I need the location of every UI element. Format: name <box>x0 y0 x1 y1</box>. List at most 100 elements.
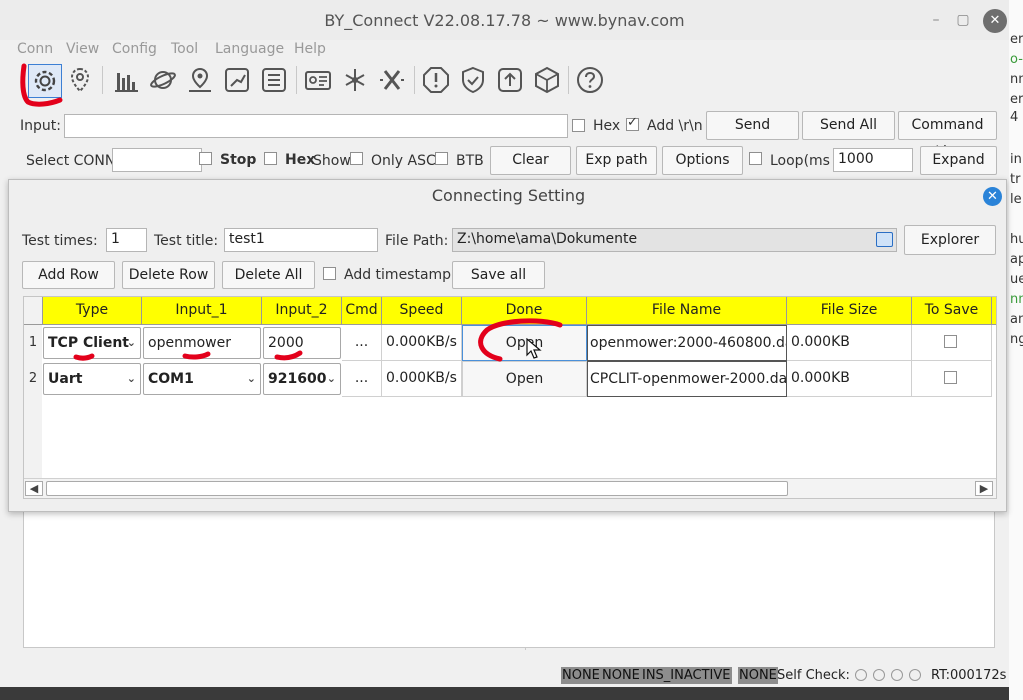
to-save-checkbox[interactable] <box>944 371 957 384</box>
command-list-button[interactable]: Command List <box>898 111 997 160</box>
help-icon[interactable] <box>574 64 606 96</box>
test-title-input[interactable]: test1 <box>224 228 378 252</box>
folder-icon[interactable] <box>876 232 893 247</box>
add-rn-checkbox[interactable] <box>626 115 639 131</box>
background-text: ng <box>1010 332 1023 347</box>
hex-show-label: Hex <box>285 152 316 168</box>
alert-icon[interactable] <box>420 64 452 96</box>
cube-icon[interactable] <box>531 64 563 96</box>
input1-combo[interactable]: COM1 ⌄ <box>143 363 261 395</box>
select-conn-combo[interactable] <box>112 148 202 172</box>
command-input[interactable] <box>64 114 568 138</box>
scrollbar-thumb[interactable] <box>46 481 788 496</box>
column-header-input2: Input_2 <box>262 297 342 325</box>
column-header-file-size: File Size <box>787 297 912 325</box>
menu-conn[interactable]: Conn <box>17 41 53 57</box>
toolbar-separator <box>414 66 415 94</box>
scroll-left-icon[interactable]: ◀ <box>25 481 43 496</box>
connecting-setting-dialog: Connecting Setting ✕ Test times: 1 Test … <box>8 179 1007 512</box>
window-title: BY_Connect V22.08.17.78 ~ www.bynav.com <box>324 11 685 30</box>
type-combo[interactable]: TCP Client ⌄ <box>43 327 141 359</box>
self-check-indicator <box>891 669 903 681</box>
input1-field[interactable]: openmower <box>143 327 261 359</box>
file-name-cell[interactable]: CPCLIT-openmower-2000.dat <box>587 361 787 397</box>
scroll-right-icon[interactable]: ▶ <box>975 481 993 496</box>
menu-view[interactable]: View <box>66 41 99 57</box>
bar-chart-icon[interactable] <box>110 64 142 96</box>
menu-config[interactable]: Config <box>112 41 157 57</box>
menu-language[interactable]: Language <box>215 41 284 57</box>
menu-help[interactable]: Help <box>294 41 326 57</box>
column-header-file-name: File Name <box>587 297 787 325</box>
loop-interval-input[interactable]: 1000 <box>833 148 913 172</box>
background-text: le <box>1010 192 1022 207</box>
background-text: hu <box>1010 232 1023 247</box>
table-corner <box>24 297 43 325</box>
output-panel[interactable] <box>23 510 995 648</box>
location-pin-icon[interactable] <box>64 64 96 96</box>
column-header-extra <box>992 297 996 325</box>
background-text: an <box>1010 312 1023 327</box>
delete-row-button[interactable]: Delete Row <box>122 261 215 289</box>
menu-tool[interactable]: Tool <box>171 41 198 57</box>
antenna-icon[interactable] <box>339 64 371 96</box>
minimize-button[interactable]: – <box>926 10 946 30</box>
btb-checkbox[interactable] <box>435 152 448 165</box>
x-icon[interactable] <box>376 64 408 96</box>
delete-all-button[interactable]: Delete All <box>222 261 315 289</box>
file-name-cell[interactable]: openmower:2000-460800.dat <box>587 325 787 361</box>
list-icon[interactable] <box>258 64 290 96</box>
hex-checkbox[interactable] <box>572 119 585 132</box>
toolbar-separator <box>102 66 103 94</box>
chevron-down-icon: ⌄ <box>326 372 336 385</box>
send-button[interactable]: Send <box>706 111 799 140</box>
maximize-button[interactable]: ▢ <box>953 10 973 30</box>
cmd-button[interactable]: ... <box>342 361 382 397</box>
add-row-button[interactable]: Add Row <box>22 261 115 289</box>
self-check-indicator <box>909 669 921 681</box>
type-combo[interactable]: Uart ⌄ <box>43 363 141 395</box>
expand-button[interactable]: Expand <box>920 146 997 175</box>
background-text: o- <box>1010 52 1023 67</box>
satellite-icon[interactable] <box>147 64 179 96</box>
exp-path-button[interactable]: Exp path <box>576 146 657 175</box>
save-all-button[interactable]: Save all <box>452 261 545 289</box>
map-pin-icon[interactable] <box>184 64 216 96</box>
menu-bar: Conn View Config Tool Language Help <box>0 40 1009 60</box>
horizontal-scrollbar[interactable]: ◀ ▶ <box>24 478 996 498</box>
upload-icon[interactable] <box>494 64 526 96</box>
btb-label: BTB <box>456 153 484 169</box>
open-button[interactable]: Open <box>462 361 587 397</box>
toolbar-separator <box>568 66 569 94</box>
cmd-button[interactable]: ... <box>342 325 382 361</box>
toolbar <box>14 62 614 100</box>
test-times-spinbox[interactable]: 1 <box>106 228 147 252</box>
only-asc-checkbox[interactable] <box>350 152 363 165</box>
options-button[interactable]: Options <box>662 146 743 175</box>
type-value: TCP Client <box>48 335 129 351</box>
open-button[interactable]: Open <box>462 325 587 361</box>
stop-checkbox[interactable] <box>199 152 212 165</box>
id-card-icon[interactable] <box>302 64 334 96</box>
clear-button[interactable]: Clear <box>490 146 571 175</box>
hex-show-checkbox[interactable] <box>264 152 277 165</box>
shield-check-icon[interactable] <box>457 64 489 96</box>
to-save-checkbox[interactable] <box>944 335 957 348</box>
file-path-input[interactable]: Z:\home\ama\Dokumente <box>452 228 897 252</box>
title-bar: BY_Connect V22.08.17.78 ~ www.bynav.com … <box>0 0 1009 40</box>
connection-settings-icon[interactable] <box>28 64 62 98</box>
input2-combo[interactable]: 921600 ⌄ <box>263 363 341 395</box>
explorer-button[interactable]: Explorer <box>904 225 996 255</box>
dialog-close-button[interactable]: ✕ <box>983 187 1002 206</box>
add-timestamp-checkbox[interactable] <box>323 267 336 280</box>
input2-field[interactable]: 2000 <box>263 327 341 359</box>
status-tag-ins: INS_INACTIVE <box>641 667 732 684</box>
axis-chart-icon[interactable] <box>221 64 253 96</box>
show-label: Show <box>313 153 351 169</box>
row-number: 2 <box>24 361 42 397</box>
close-button[interactable]: ✕ <box>983 9 1007 33</box>
loop-checkbox[interactable] <box>749 152 762 165</box>
send-all-button[interactable]: Send All <box>802 111 895 140</box>
column-header-type: Type <box>43 297 142 325</box>
loop-label: Loop(ms <box>770 153 830 169</box>
